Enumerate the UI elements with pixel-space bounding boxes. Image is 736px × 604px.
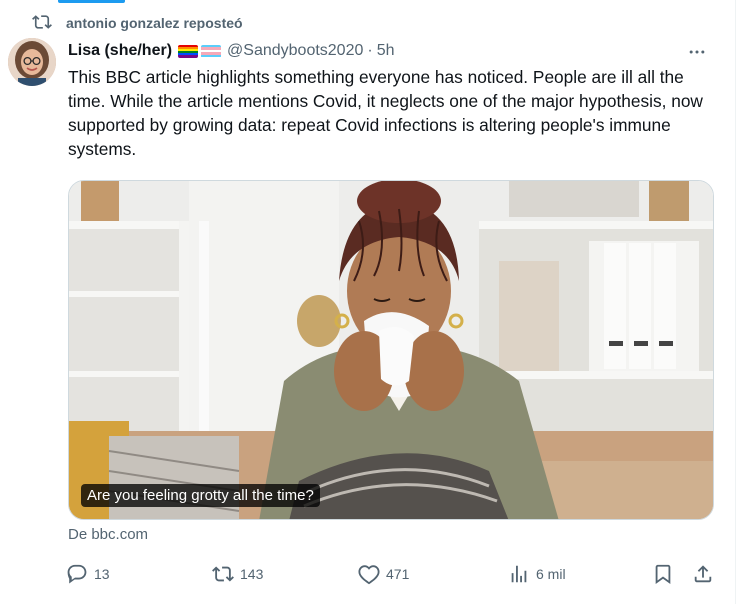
reply-count: 13 <box>94 566 110 582</box>
bookmark-icon <box>655 564 671 585</box>
more-options-button[interactable] <box>683 38 711 66</box>
views-chart-icon <box>511 565 527 583</box>
link-card-image[interactable]: Are you feeling grotty all the time? <box>68 180 714 520</box>
transgender-pride-flag-icon <box>201 44 222 58</box>
tweet-actions: 13 143 471 6 mil <box>60 560 723 588</box>
separator: · <box>367 42 373 59</box>
reply-button[interactable]: 13 <box>66 563 110 585</box>
reply-icon <box>67 564 87 584</box>
rainbow-pride-flag-icon <box>178 44 199 58</box>
more-icon <box>689 50 705 54</box>
repost-label: antonio gonzalez reposteó <box>66 15 243 31</box>
display-name[interactable]: Lisa (she/her) <box>68 42 172 60</box>
name-emoji-flags <box>178 44 222 58</box>
repost-icon <box>212 566 234 582</box>
repost-icon <box>32 12 52 35</box>
timestamp[interactable]: 5h <box>377 42 395 60</box>
views-button[interactable]: 6 mil <box>508 563 566 585</box>
repost-count: 143 <box>240 566 264 582</box>
image-caption: Are you feeling grotty all the time? <box>81 484 320 507</box>
heart-icon <box>358 565 380 585</box>
tweet-text: This BBC article highlights something ev… <box>68 67 703 159</box>
repost-context[interactable]: antonio gonzalez reposteó <box>32 12 243 34</box>
tweet-header: Lisa (she/her) @Sandyboots2020 · 5h <box>68 40 719 62</box>
views-count: 6 mil <box>536 566 566 582</box>
tab-indicator <box>58 0 125 3</box>
card-source[interactable]: De bbc.com <box>68 526 148 543</box>
tweet-article[interactable]: antonio gonzalez reposteó Lisa (she/her)… <box>0 0 736 604</box>
like-button[interactable]: 471 <box>358 563 409 585</box>
like-count: 471 <box>386 566 410 582</box>
share-button[interactable] <box>692 563 714 585</box>
avatar[interactable] <box>8 38 56 86</box>
user-handle[interactable]: @Sandyboots2020 <box>227 42 363 60</box>
sneezing-woman-photo <box>69 181 713 519</box>
repost-button[interactable]: 143 <box>212 563 263 585</box>
share-icon <box>694 565 712 583</box>
bookmark-button[interactable] <box>652 563 674 585</box>
